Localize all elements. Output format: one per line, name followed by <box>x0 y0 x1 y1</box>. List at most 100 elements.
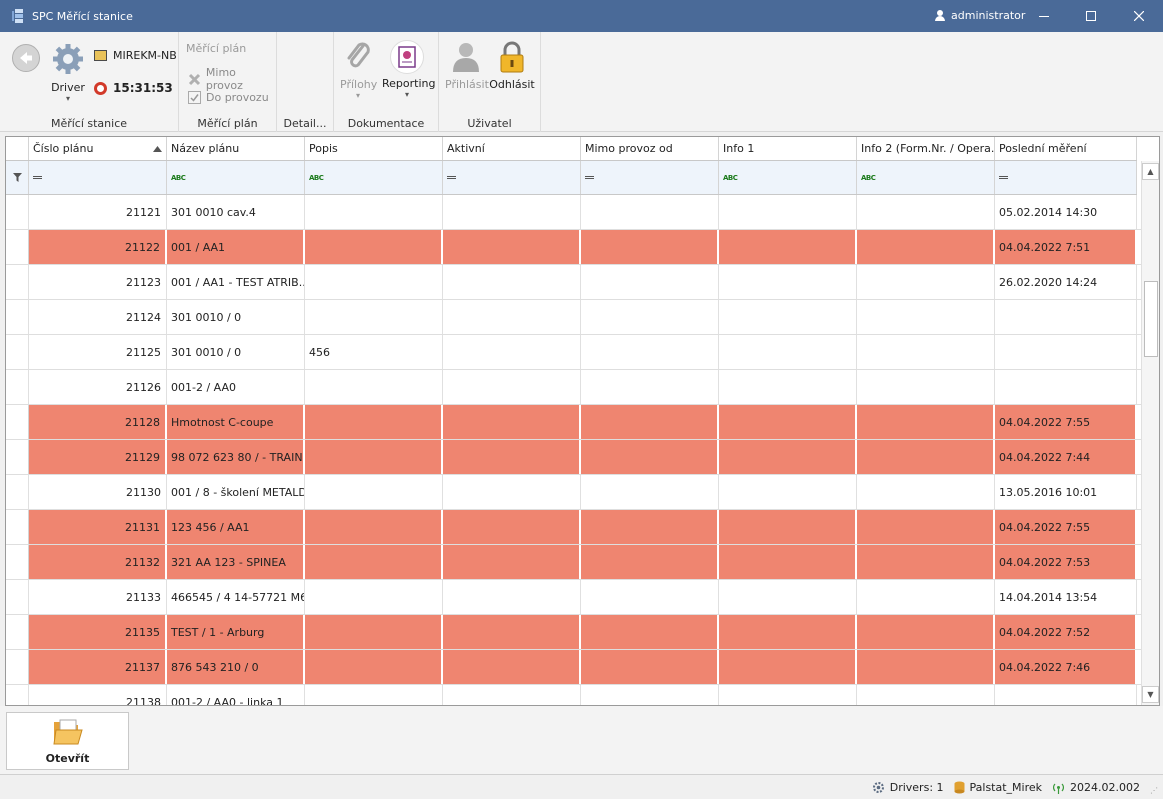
cell-mimo-provoz[interactable] <box>581 335 719 369</box>
table-row[interactable]: 21126 001-2 / AA0 <box>6 370 1142 405</box>
cell-aktivni[interactable] <box>443 580 581 614</box>
cell-info2[interactable] <box>857 335 995 369</box>
cell-aktivni[interactable] <box>443 265 581 299</box>
cell-mimo-provoz[interactable] <box>581 300 719 334</box>
cell-info1[interactable] <box>719 405 857 439</box>
cell-cislo[interactable]: 21138 <box>29 685 167 705</box>
cell-mimo-provoz[interactable] <box>581 475 719 509</box>
table-row[interactable]: 21123 001 / AA1 - TEST ATRIB... 26.02.2020… <box>6 265 1142 300</box>
cell-info1[interactable] <box>719 265 857 299</box>
cell-posledni[interactable]: 04.04.2022 7:55 <box>995 405 1137 439</box>
cell-aktivni[interactable] <box>443 650 581 684</box>
cell-posledni[interactable]: 04.04.2022 7:51 <box>995 230 1137 264</box>
filter-mimo-provoz[interactable] <box>581 161 719 194</box>
cell-info1[interactable] <box>719 580 857 614</box>
maximize-button[interactable] <box>1068 0 1114 32</box>
cell-mimo-provoz[interactable] <box>581 685 719 705</box>
cell-nazev[interactable]: 301 0010 cav.4 <box>167 195 305 229</box>
driver-button[interactable]: Driver ▾ <box>46 40 90 104</box>
cell-posledni[interactable]: 26.02.2020 14:24 <box>995 265 1137 299</box>
column-header-nazev[interactable]: Název plánu <box>167 137 305 160</box>
cell-info1[interactable] <box>719 300 857 334</box>
cell-info1[interactable] <box>719 650 857 684</box>
cell-aktivni[interactable] <box>443 195 581 229</box>
scroll-down-icon[interactable]: ▼ <box>1142 686 1159 703</box>
cell-aktivni[interactable] <box>443 335 581 369</box>
column-header-aktivni[interactable]: Aktivní <box>443 137 581 160</box>
cell-mimo-provoz[interactable] <box>581 615 719 649</box>
cell-posledni[interactable] <box>995 685 1137 705</box>
cell-aktivni[interactable] <box>443 475 581 509</box>
cell-info2[interactable] <box>857 265 995 299</box>
cell-aktivni[interactable] <box>443 685 581 705</box>
cell-aktivni[interactable] <box>443 545 581 579</box>
cell-posledni[interactable]: 14.04.2014 13:54 <box>995 580 1137 614</box>
cell-cislo[interactable]: 21131 <box>29 510 167 544</box>
column-header-popis[interactable]: Popis <box>305 137 443 160</box>
cell-info2[interactable] <box>857 300 995 334</box>
cell-info1[interactable] <box>719 545 857 579</box>
column-header-cislo[interactable]: Číslo plánu <box>29 137 167 160</box>
cell-nazev[interactable]: 321 AA 123 - SPINEA <box>167 545 305 579</box>
cell-posledni[interactable] <box>995 300 1137 334</box>
prihlasit-button[interactable]: Přihlásit <box>445 40 489 91</box>
cell-cislo[interactable]: 21124 <box>29 300 167 334</box>
cell-nazev[interactable]: 001 / 8 - školení METALD... <box>167 475 305 509</box>
cell-popis[interactable] <box>305 265 443 299</box>
cell-popis[interactable] <box>305 230 443 264</box>
cell-cislo[interactable]: 21129 <box>29 440 167 474</box>
cell-cislo[interactable]: 21123 <box>29 265 167 299</box>
cell-popis[interactable] <box>305 195 443 229</box>
cell-nazev[interactable]: 876 543 210 / 0 <box>167 650 305 684</box>
do-provozu-button[interactable]: Do provozu <box>188 91 269 104</box>
table-row[interactable]: 21137 876 543 210 / 0 04.04.2022 7:46 <box>6 650 1142 685</box>
cell-info2[interactable] <box>857 195 995 229</box>
back-button[interactable] <box>12 44 40 72</box>
cell-popis[interactable] <box>305 300 443 334</box>
table-row[interactable]: 21125 301 0010 / 0 456 <box>6 335 1142 370</box>
cell-nazev[interactable]: 123 456 / AA1 <box>167 510 305 544</box>
cell-mimo-provoz[interactable] <box>581 580 719 614</box>
table-row[interactable]: 21124 301 0010 / 0 <box>6 300 1142 335</box>
cell-cislo[interactable]: 21122 <box>29 230 167 264</box>
table-row[interactable]: 21138 001-2 / AA0 - linka 1 <box>6 685 1142 705</box>
cell-nazev[interactable]: 001 / AA1 - TEST ATRIB... <box>167 265 305 299</box>
ribbon-group-detail[interactable]: Detail... <box>277 32 334 132</box>
cell-cislo[interactable]: 21133 <box>29 580 167 614</box>
cell-mimo-provoz[interactable] <box>581 650 719 684</box>
filter-aktivni[interactable] <box>443 161 581 194</box>
cell-nazev[interactable]: TEST / 1 - Arburg <box>167 615 305 649</box>
column-header-info1[interactable]: Info 1 <box>719 137 857 160</box>
cell-aktivni[interactable] <box>443 615 581 649</box>
cell-info1[interactable] <box>719 615 857 649</box>
cell-popis[interactable] <box>305 650 443 684</box>
cell-info2[interactable] <box>857 615 995 649</box>
cell-aktivni[interactable] <box>443 370 581 404</box>
cell-info2[interactable] <box>857 685 995 705</box>
cell-info2[interactable] <box>857 370 995 404</box>
cell-nazev[interactable]: Hmotnost C-coupe <box>167 405 305 439</box>
cell-aktivni[interactable] <box>443 230 581 264</box>
reporting-button[interactable]: Reporting ▾ <box>382 40 435 99</box>
cell-info2[interactable] <box>857 510 995 544</box>
cell-posledni[interactable]: 04.04.2022 7:44 <box>995 440 1137 474</box>
cell-mimo-provoz[interactable] <box>581 440 719 474</box>
cell-mimo-provoz[interactable] <box>581 405 719 439</box>
filter-cislo[interactable] <box>29 161 167 194</box>
vertical-scrollbar[interactable]: ▲ ▼ <box>1141 161 1159 705</box>
table-row[interactable]: 21128 Hmotnost C-coupe 04.04.2022 7:55 <box>6 405 1142 440</box>
table-row[interactable]: 21129 98 072 623 80 / - TRAINI... 04.04.20… <box>6 440 1142 475</box>
minimize-button[interactable] <box>1021 0 1067 32</box>
cell-info1[interactable] <box>719 440 857 474</box>
cell-popis[interactable] <box>305 510 443 544</box>
filter-popis[interactable]: ABC <box>305 161 443 194</box>
cell-popis[interactable] <box>305 580 443 614</box>
cell-cislo[interactable]: 21126 <box>29 370 167 404</box>
table-row[interactable]: 21135 TEST / 1 - Arburg 04.04.2022 7:52 <box>6 615 1142 650</box>
close-button[interactable] <box>1116 0 1162 32</box>
cell-mimo-provoz[interactable] <box>581 545 719 579</box>
filter-info1[interactable]: ABC <box>719 161 857 194</box>
cell-info2[interactable] <box>857 650 995 684</box>
cell-info1[interactable] <box>719 510 857 544</box>
cell-popis[interactable] <box>305 685 443 705</box>
